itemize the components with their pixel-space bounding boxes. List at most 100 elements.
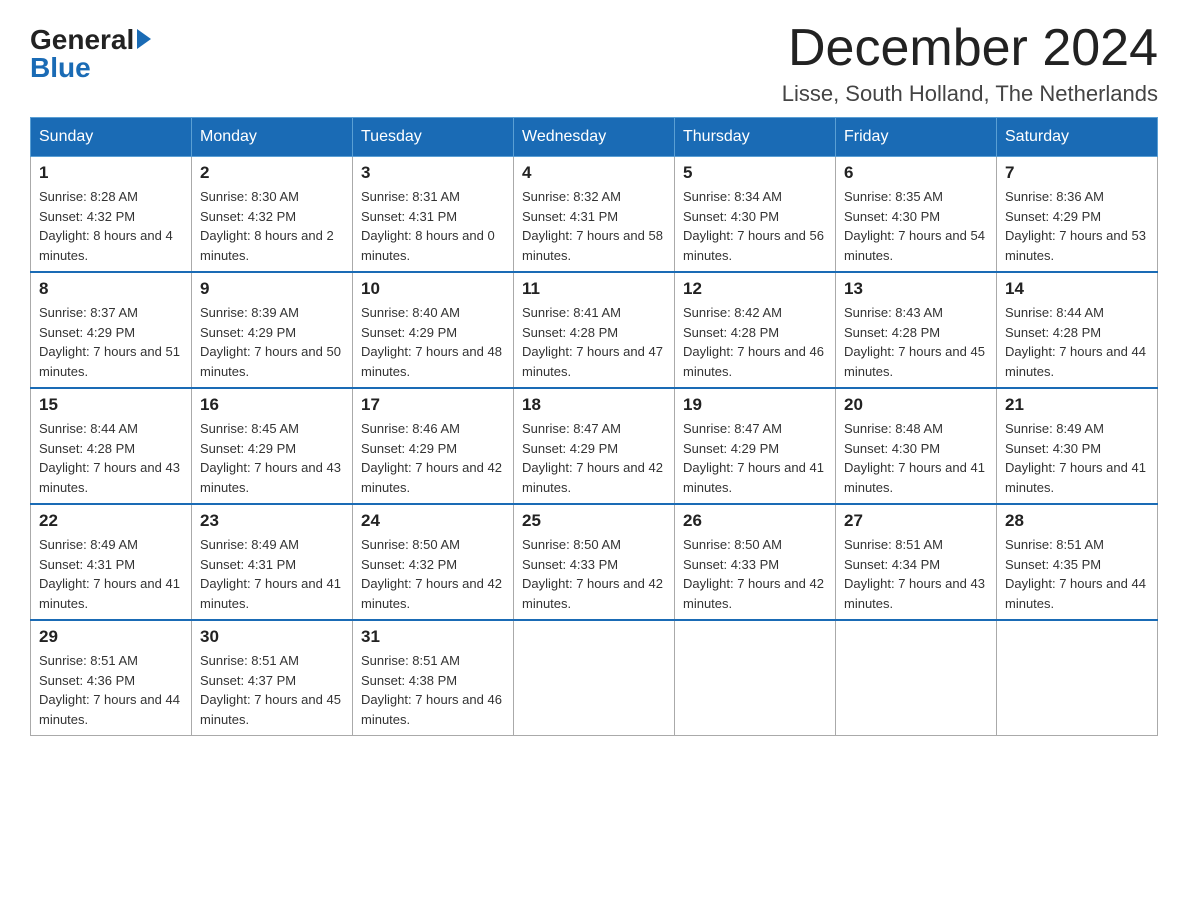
day-info: Sunrise: 8:34 AM Sunset: 4:30 PM Dayligh… — [683, 187, 827, 265]
calendar-cell: 31 Sunrise: 8:51 AM Sunset: 4:38 PM Dayl… — [353, 620, 514, 736]
day-info: Sunrise: 8:41 AM Sunset: 4:28 PM Dayligh… — [522, 303, 666, 381]
calendar-cell: 10 Sunrise: 8:40 AM Sunset: 4:29 PM Dayl… — [353, 272, 514, 388]
day-info: Sunrise: 8:50 AM Sunset: 4:33 PM Dayligh… — [683, 535, 827, 613]
day-number: 10 — [361, 279, 505, 299]
calendar-cell: 12 Sunrise: 8:42 AM Sunset: 4:28 PM Dayl… — [675, 272, 836, 388]
calendar-cell: 13 Sunrise: 8:43 AM Sunset: 4:28 PM Dayl… — [836, 272, 997, 388]
calendar-week-row: 8 Sunrise: 8:37 AM Sunset: 4:29 PM Dayli… — [31, 272, 1158, 388]
calendar-week-row: 15 Sunrise: 8:44 AM Sunset: 4:28 PM Dayl… — [31, 388, 1158, 504]
day-number: 14 — [1005, 279, 1149, 299]
day-number: 22 — [39, 511, 183, 531]
calendar-cell: 26 Sunrise: 8:50 AM Sunset: 4:33 PM Dayl… — [675, 504, 836, 620]
day-info: Sunrise: 8:32 AM Sunset: 4:31 PM Dayligh… — [522, 187, 666, 265]
day-info: Sunrise: 8:47 AM Sunset: 4:29 PM Dayligh… — [522, 419, 666, 497]
day-number: 25 — [522, 511, 666, 531]
day-info: Sunrise: 8:37 AM Sunset: 4:29 PM Dayligh… — [39, 303, 183, 381]
day-number: 18 — [522, 395, 666, 415]
day-info: Sunrise: 8:51 AM Sunset: 4:38 PM Dayligh… — [361, 651, 505, 729]
day-info: Sunrise: 8:44 AM Sunset: 4:28 PM Dayligh… — [1005, 303, 1149, 381]
day-info: Sunrise: 8:47 AM Sunset: 4:29 PM Dayligh… — [683, 419, 827, 497]
title-section: December 2024 Lisse, South Holland, The … — [782, 20, 1158, 107]
day-info: Sunrise: 8:45 AM Sunset: 4:29 PM Dayligh… — [200, 419, 344, 497]
day-info: Sunrise: 8:49 AM Sunset: 4:31 PM Dayligh… — [39, 535, 183, 613]
day-number: 15 — [39, 395, 183, 415]
calendar-week-row: 1 Sunrise: 8:28 AM Sunset: 4:32 PM Dayli… — [31, 157, 1158, 273]
day-number: 8 — [39, 279, 183, 299]
calendar-cell: 20 Sunrise: 8:48 AM Sunset: 4:30 PM Dayl… — [836, 388, 997, 504]
calendar-cell: 18 Sunrise: 8:47 AM Sunset: 4:29 PM Dayl… — [514, 388, 675, 504]
calendar-cell: 30 Sunrise: 8:51 AM Sunset: 4:37 PM Dayl… — [192, 620, 353, 736]
calendar-cell: 24 Sunrise: 8:50 AM Sunset: 4:32 PM Dayl… — [353, 504, 514, 620]
col-header-monday: Monday — [192, 118, 353, 157]
calendar-cell: 28 Sunrise: 8:51 AM Sunset: 4:35 PM Dayl… — [997, 504, 1158, 620]
calendar-cell: 4 Sunrise: 8:32 AM Sunset: 4:31 PM Dayli… — [514, 157, 675, 273]
calendar-cell: 6 Sunrise: 8:35 AM Sunset: 4:30 PM Dayli… — [836, 157, 997, 273]
day-info: Sunrise: 8:42 AM Sunset: 4:28 PM Dayligh… — [683, 303, 827, 381]
calendar-cell: 11 Sunrise: 8:41 AM Sunset: 4:28 PM Dayl… — [514, 272, 675, 388]
calendar-table: SundayMondayTuesdayWednesdayThursdayFrid… — [30, 117, 1158, 736]
day-number: 28 — [1005, 511, 1149, 531]
day-number: 24 — [361, 511, 505, 531]
col-header-wednesday: Wednesday — [514, 118, 675, 157]
col-header-sunday: Sunday — [31, 118, 192, 157]
location-text: Lisse, South Holland, The Netherlands — [782, 81, 1158, 107]
day-info: Sunrise: 8:50 AM Sunset: 4:32 PM Dayligh… — [361, 535, 505, 613]
calendar-cell: 9 Sunrise: 8:39 AM Sunset: 4:29 PM Dayli… — [192, 272, 353, 388]
calendar-cell: 7 Sunrise: 8:36 AM Sunset: 4:29 PM Dayli… — [997, 157, 1158, 273]
calendar-cell: 22 Sunrise: 8:49 AM Sunset: 4:31 PM Dayl… — [31, 504, 192, 620]
calendar-cell: 5 Sunrise: 8:34 AM Sunset: 4:30 PM Dayli… — [675, 157, 836, 273]
day-number: 7 — [1005, 163, 1149, 183]
calendar-cell: 23 Sunrise: 8:49 AM Sunset: 4:31 PM Dayl… — [192, 504, 353, 620]
day-number: 4 — [522, 163, 666, 183]
month-title: December 2024 — [782, 20, 1158, 77]
day-info: Sunrise: 8:48 AM Sunset: 4:30 PM Dayligh… — [844, 419, 988, 497]
calendar-cell — [514, 620, 675, 736]
calendar-week-row: 29 Sunrise: 8:51 AM Sunset: 4:36 PM Dayl… — [31, 620, 1158, 736]
calendar-cell — [836, 620, 997, 736]
calendar-week-row: 22 Sunrise: 8:49 AM Sunset: 4:31 PM Dayl… — [31, 504, 1158, 620]
calendar-cell: 2 Sunrise: 8:30 AM Sunset: 4:32 PM Dayli… — [192, 157, 353, 273]
day-number: 21 — [1005, 395, 1149, 415]
day-info: Sunrise: 8:36 AM Sunset: 4:29 PM Dayligh… — [1005, 187, 1149, 265]
day-number: 16 — [200, 395, 344, 415]
day-info: Sunrise: 8:35 AM Sunset: 4:30 PM Dayligh… — [844, 187, 988, 265]
day-info: Sunrise: 8:51 AM Sunset: 4:37 PM Dayligh… — [200, 651, 344, 729]
day-info: Sunrise: 8:39 AM Sunset: 4:29 PM Dayligh… — [200, 303, 344, 381]
day-info: Sunrise: 8:28 AM Sunset: 4:32 PM Dayligh… — [39, 187, 183, 265]
day-number: 27 — [844, 511, 988, 531]
day-number: 23 — [200, 511, 344, 531]
calendar-cell: 15 Sunrise: 8:44 AM Sunset: 4:28 PM Dayl… — [31, 388, 192, 504]
calendar-cell — [997, 620, 1158, 736]
day-number: 2 — [200, 163, 344, 183]
calendar-header-row: SundayMondayTuesdayWednesdayThursdayFrid… — [31, 118, 1158, 157]
day-number: 26 — [683, 511, 827, 531]
col-header-friday: Friday — [836, 118, 997, 157]
day-number: 6 — [844, 163, 988, 183]
calendar-cell: 14 Sunrise: 8:44 AM Sunset: 4:28 PM Dayl… — [997, 272, 1158, 388]
calendar-cell: 17 Sunrise: 8:46 AM Sunset: 4:29 PM Dayl… — [353, 388, 514, 504]
day-number: 12 — [683, 279, 827, 299]
calendar-cell: 29 Sunrise: 8:51 AM Sunset: 4:36 PM Dayl… — [31, 620, 192, 736]
day-info: Sunrise: 8:43 AM Sunset: 4:28 PM Dayligh… — [844, 303, 988, 381]
day-info: Sunrise: 8:49 AM Sunset: 4:31 PM Dayligh… — [200, 535, 344, 613]
calendar-cell: 19 Sunrise: 8:47 AM Sunset: 4:29 PM Dayl… — [675, 388, 836, 504]
day-info: Sunrise: 8:44 AM Sunset: 4:28 PM Dayligh… — [39, 419, 183, 497]
day-info: Sunrise: 8:40 AM Sunset: 4:29 PM Dayligh… — [361, 303, 505, 381]
col-header-tuesday: Tuesday — [353, 118, 514, 157]
day-number: 9 — [200, 279, 344, 299]
calendar-cell: 27 Sunrise: 8:51 AM Sunset: 4:34 PM Dayl… — [836, 504, 997, 620]
day-number: 3 — [361, 163, 505, 183]
logo-general-text: General — [30, 26, 134, 54]
page-header: General Blue December 2024 Lisse, South … — [30, 20, 1158, 107]
calendar-cell: 1 Sunrise: 8:28 AM Sunset: 4:32 PM Dayli… — [31, 157, 192, 273]
day-number: 19 — [683, 395, 827, 415]
day-number: 13 — [844, 279, 988, 299]
calendar-cell — [675, 620, 836, 736]
day-number: 5 — [683, 163, 827, 183]
day-info: Sunrise: 8:30 AM Sunset: 4:32 PM Dayligh… — [200, 187, 344, 265]
day-number: 11 — [522, 279, 666, 299]
logo-blue-text: Blue — [30, 54, 91, 82]
day-info: Sunrise: 8:49 AM Sunset: 4:30 PM Dayligh… — [1005, 419, 1149, 497]
col-header-thursday: Thursday — [675, 118, 836, 157]
day-info: Sunrise: 8:46 AM Sunset: 4:29 PM Dayligh… — [361, 419, 505, 497]
